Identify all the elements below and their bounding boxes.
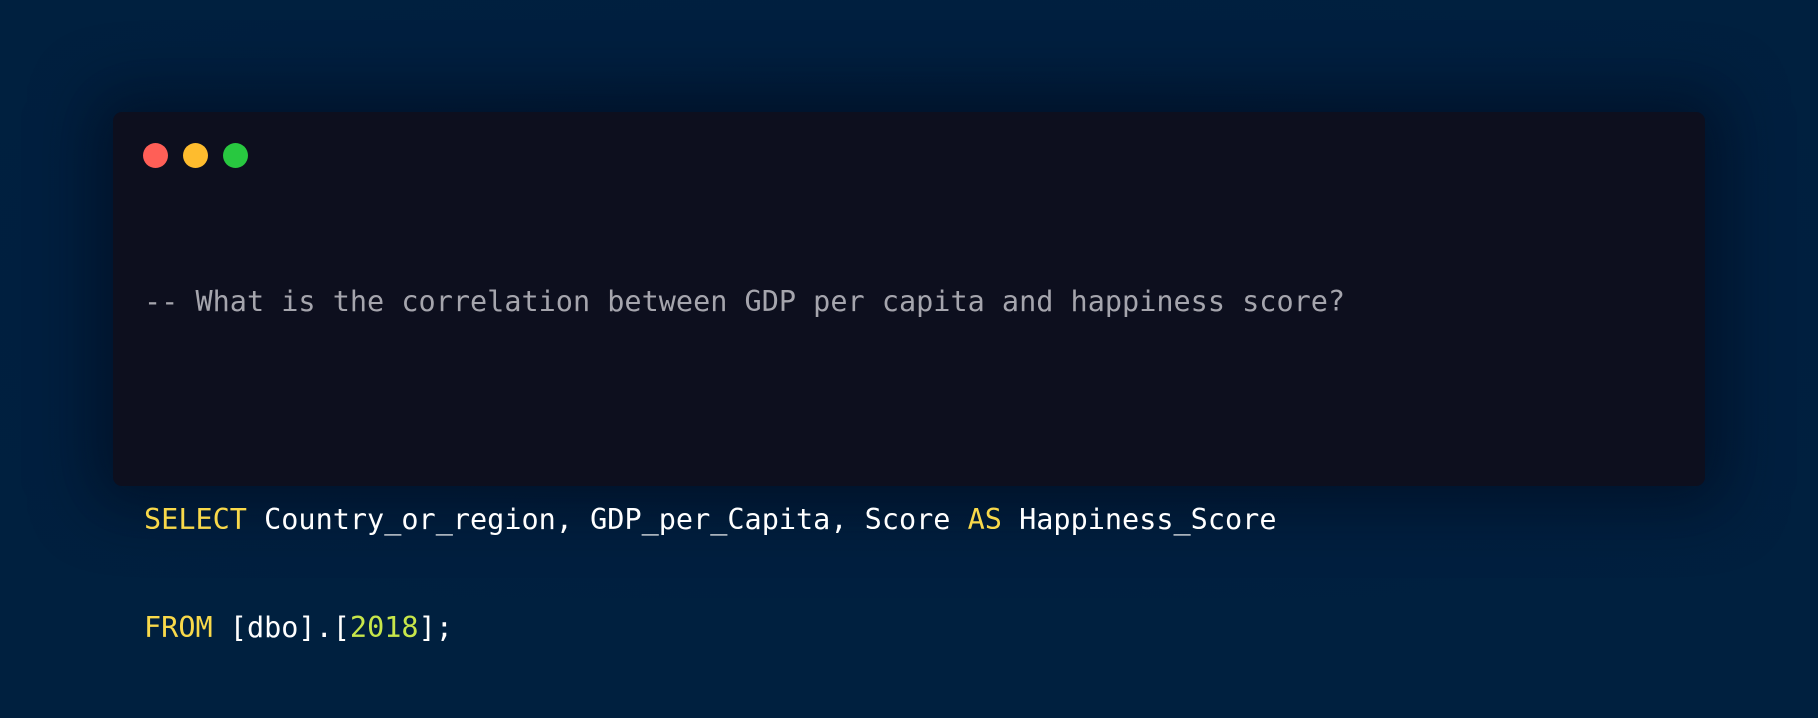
column-alias: Happiness_Score bbox=[1001, 503, 1277, 536]
code-line-select: SELECT Country_or_region, GDP_per_Capita… bbox=[144, 502, 1345, 538]
select-columns: Country_or_region, GDP_per_Capita, Score bbox=[246, 503, 968, 536]
keyword-as: AS bbox=[967, 503, 1002, 536]
keyword-select: SELECT bbox=[144, 503, 247, 536]
code-line-from: FROM [dbo].[2018]; bbox=[144, 610, 1345, 646]
code-block: -- What is the correlation between GDP p… bbox=[144, 212, 1345, 718]
close-dot-icon[interactable] bbox=[143, 143, 168, 168]
table-prefix: [dbo].[ bbox=[212, 611, 350, 644]
table-number: 2018 bbox=[349, 611, 419, 644]
code-window: -- What is the correlation between GDP p… bbox=[113, 112, 1705, 644]
maximize-dot-icon[interactable] bbox=[223, 143, 248, 168]
keyword-from: FROM bbox=[144, 611, 213, 644]
window-controls bbox=[143, 143, 248, 168]
code-comment: -- What is the correlation between GDP p… bbox=[144, 285, 1346, 318]
table-suffix: ]; bbox=[418, 611, 453, 644]
background: -- What is the correlation between GDP p… bbox=[0, 0, 1818, 644]
minimize-dot-icon[interactable] bbox=[183, 143, 208, 168]
